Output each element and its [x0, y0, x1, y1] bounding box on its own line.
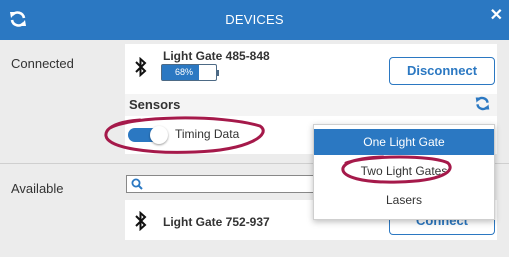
timing-data-toggle[interactable] — [128, 126, 168, 144]
option-lasers[interactable]: Lasers — [314, 187, 494, 213]
option-one-light-gate[interactable]: One Light Gate — [314, 129, 494, 155]
sensors-title: Sensors — [129, 97, 181, 112]
search-icon — [131, 178, 143, 190]
battery-percent: 68% — [174, 67, 193, 77]
title-bar: DEVICES ✕ — [0, 0, 509, 40]
connected-label: Connected — [11, 56, 74, 71]
window-title: DEVICES — [225, 12, 284, 27]
close-icon[interactable]: ✕ — [490, 8, 503, 24]
sensor-type-dropdown[interactable]: One Light Gate Two Light Gates Lasers — [313, 124, 495, 220]
timing-data-label: Timing Data — [175, 127, 240, 141]
bluetooth-icon — [135, 57, 147, 77]
search-field[interactable] — [126, 175, 326, 193]
disconnect-button[interactable]: Disconnect — [389, 57, 495, 85]
sensors-refresh-icon[interactable] — [474, 95, 491, 112]
sensors-header: Sensors — [125, 94, 497, 116]
toggle-knob[interactable] — [150, 126, 168, 144]
search-input[interactable] — [147, 177, 317, 191]
available-device-name: Light Gate 752-937 — [163, 215, 270, 229]
battery-indicator: 68% — [161, 64, 219, 81]
battery-nub — [217, 70, 219, 76]
available-label: Available — [11, 181, 64, 196]
option-two-light-gates[interactable]: Two Light Gates — [314, 158, 494, 184]
connected-device-name: Light Gate 485-848 — [163, 49, 270, 63]
bluetooth-icon — [135, 211, 147, 231]
